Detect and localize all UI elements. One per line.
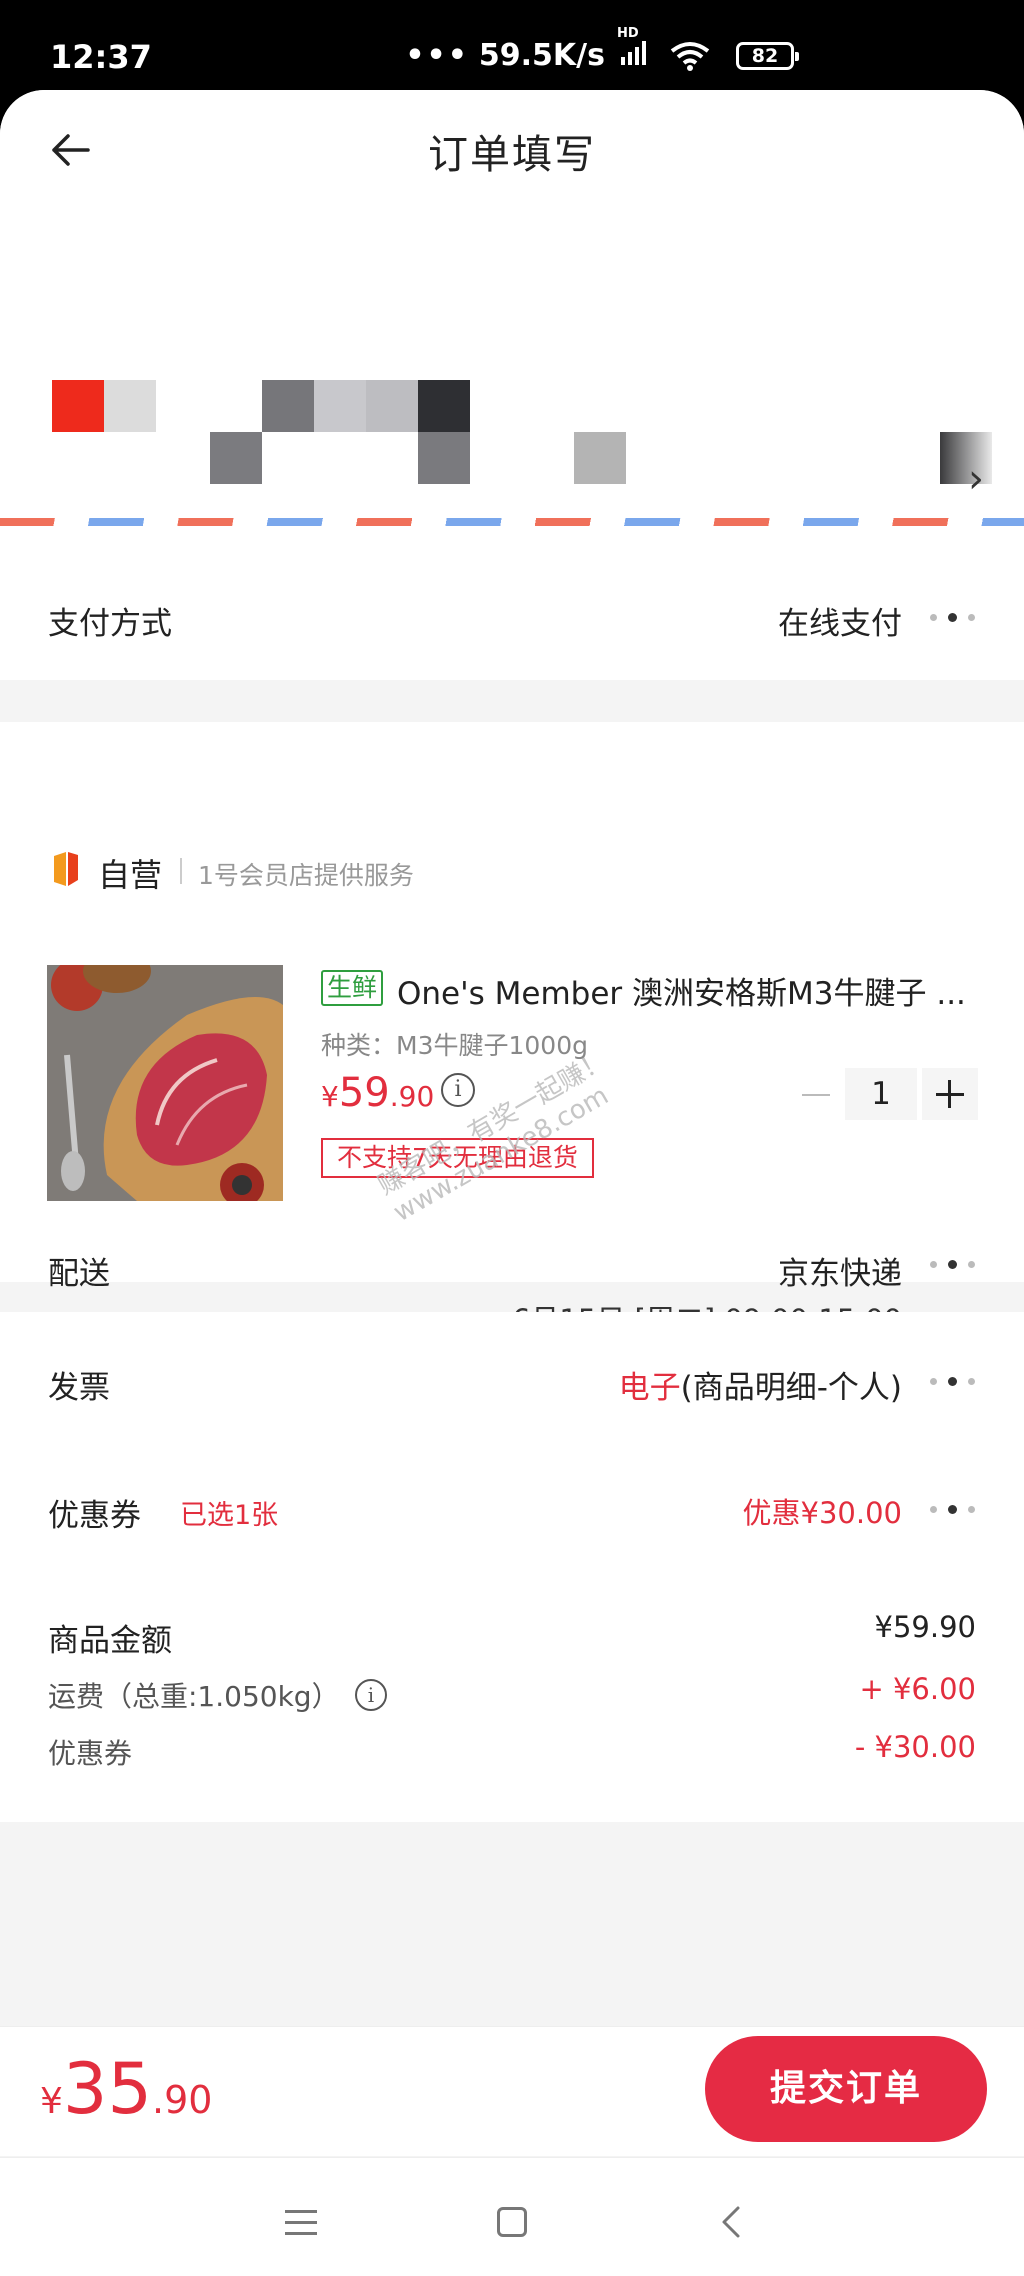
delivery-label: 配送 bbox=[48, 1256, 110, 1292]
status-bar: 12:37 ••• 59.5K/s HD 82 bbox=[0, 0, 1024, 92]
back-nav-icon[interactable] bbox=[716, 2204, 746, 2240]
chevron-right-icon: › bbox=[968, 456, 984, 502]
signal-icon: HD bbox=[615, 26, 646, 73]
goods-amount-label: 商品金额 bbox=[48, 1623, 172, 1659]
payment-label: 支付方式 bbox=[48, 606, 172, 642]
masked-block bbox=[210, 432, 262, 484]
notification-dots-icon: ••• bbox=[405, 38, 469, 73]
product-image[interactable] bbox=[47, 965, 283, 1201]
masked-block bbox=[104, 380, 156, 432]
home-icon[interactable] bbox=[497, 2207, 527, 2237]
shipping-label: 运费（总重:1.050kg） bbox=[48, 1680, 340, 1713]
header: 订单填写 bbox=[0, 90, 1024, 210]
beef-shank-image bbox=[47, 965, 283, 1201]
masked-block bbox=[314, 380, 366, 432]
price-info-icon[interactable]: i bbox=[441, 1073, 475, 1107]
battery-level: 82 bbox=[751, 44, 779, 67]
status-indicators: ••• 59.5K/s HD 82 bbox=[405, 26, 799, 73]
coupon-value[interactable]: 优惠¥30.00 bbox=[743, 1490, 902, 1532]
store-description: 1号会员店提供服务 bbox=[198, 861, 414, 890]
masked-block bbox=[940, 432, 992, 484]
payment-row[interactable]: 支付方式 在线支付 bbox=[0, 556, 1024, 680]
more-dots-icon[interactable] bbox=[928, 1375, 976, 1389]
airmail-border bbox=[0, 518, 1024, 526]
network-speed: 59.5K/s bbox=[478, 38, 605, 73]
price-integer: 59 bbox=[338, 1070, 390, 1116]
goods-amount-value: ¥59.90 bbox=[874, 1610, 976, 1644]
product-spec: 种类：M3牛腱子1000g bbox=[321, 1031, 588, 1060]
page-title: 订单填写 bbox=[428, 132, 596, 178]
status-time: 12:37 bbox=[50, 38, 152, 76]
wifi-icon bbox=[670, 41, 710, 71]
product-price: ¥59.90 bbox=[321, 1070, 434, 1116]
order-sheet: 订单填写 › 支付方式 在线支付 自营 1号会员店提供服务 生鲜 One's M… bbox=[0, 90, 1024, 2276]
masked-block bbox=[52, 380, 104, 432]
store-logo-icon bbox=[54, 852, 78, 886]
total-integer: 35 bbox=[62, 2048, 152, 2130]
more-dots-icon[interactable] bbox=[928, 1503, 976, 1517]
fresh-tag: 生鲜 bbox=[321, 970, 384, 1006]
invoice-type: 电子 bbox=[618, 1370, 681, 1406]
payment-value: 在线支付 bbox=[778, 606, 902, 642]
masked-block bbox=[418, 380, 470, 432]
invoice-detail: (商品明细-个人) bbox=[680, 1370, 902, 1406]
network-type: HD bbox=[617, 26, 639, 41]
store-name: 自营 bbox=[98, 856, 163, 894]
summary-coupon-value: - ¥30.00 bbox=[854, 1730, 976, 1764]
shipping-info-icon[interactable]: i bbox=[355, 1679, 387, 1711]
total-currency: ¥ bbox=[40, 2081, 63, 2122]
price-currency: ¥ bbox=[321, 1080, 339, 1113]
masked-block bbox=[366, 380, 418, 432]
submit-order-button[interactable]: 提交订单 bbox=[705, 2036, 987, 2142]
coupon-label: 优惠券 bbox=[48, 1498, 141, 1534]
product-title[interactable]: One's Member 澳洲安格斯M3牛腱子 ... bbox=[397, 968, 966, 1013]
quantity-minus-button[interactable] bbox=[796, 1075, 836, 1115]
invoice-label: 发票 bbox=[48, 1370, 110, 1406]
menu-icon[interactable] bbox=[285, 2210, 317, 2236]
price-decimal: .90 bbox=[389, 1080, 435, 1113]
delivery-method[interactable]: 京东快递 bbox=[778, 1248, 902, 1293]
order-total: ¥35.90 bbox=[40, 2048, 212, 2130]
more-dots-icon[interactable] bbox=[928, 1258, 976, 1272]
store-divider bbox=[180, 858, 182, 884]
coupon-selected: 已选1张 bbox=[180, 1500, 279, 1531]
battery-icon: 82 bbox=[736, 41, 799, 70]
masked-block bbox=[574, 432, 626, 484]
total-decimal: .90 bbox=[151, 2078, 213, 2122]
quantity-value[interactable]: 1 bbox=[845, 1068, 917, 1120]
more-dots-icon bbox=[928, 611, 976, 625]
summary-coupon-label: 优惠券 bbox=[48, 1737, 133, 1770]
quantity-plus-button[interactable] bbox=[922, 1068, 978, 1120]
shipping-value: + ¥6.00 bbox=[859, 1672, 976, 1706]
masked-block bbox=[418, 432, 470, 484]
invoice-value[interactable]: 电子(商品明细-个人) bbox=[619, 1362, 902, 1407]
masked-block bbox=[262, 380, 314, 432]
